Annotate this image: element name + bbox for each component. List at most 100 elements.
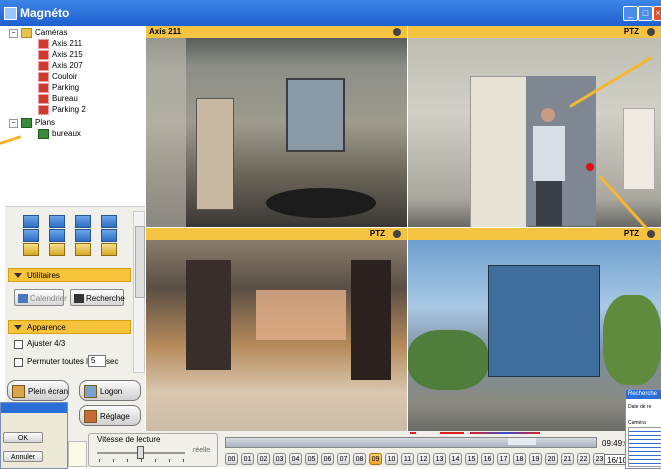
hour-button[interactable]: 19: [529, 453, 542, 465]
hour-button[interactable]: 04: [289, 453, 302, 465]
tree-item-camera[interactable]: Axis 211: [38, 38, 82, 49]
tree-item-plan[interactable]: bureaux: [38, 128, 81, 139]
camera-feed: [408, 240, 661, 431]
tree-node-label: Plans: [35, 118, 56, 127]
ratio-checkbox[interactable]: [14, 340, 23, 349]
tree-item-camera[interactable]: Parking 2: [38, 104, 86, 115]
scrollbar-thumb[interactable]: [135, 226, 145, 298]
login-dialog: OK Annuler: [0, 402, 68, 469]
close-button[interactable]: ×: [653, 6, 661, 21]
hour-button[interactable]: 14: [449, 453, 462, 465]
layout-wide2-icon[interactable]: [49, 243, 65, 256]
hour-button[interactable]: 21: [561, 453, 574, 465]
tree-item-camera[interactable]: Couloir: [38, 71, 77, 82]
hour-button[interactable]: 02: [257, 453, 270, 465]
tree-item-camera[interactable]: Axis 207: [38, 60, 83, 71]
search-camera-list[interactable]: [628, 427, 661, 467]
search-date-label: Date de re: [628, 404, 652, 410]
camera-mode-label: PTZ: [623, 229, 639, 238]
camera-settings-icon[interactable]: [393, 230, 401, 238]
hour-button-active[interactable]: 09: [369, 453, 382, 465]
tree-item-camera[interactable]: Parking: [38, 82, 79, 93]
camera-icon: [38, 93, 49, 104]
hour-button[interactable]: 12: [417, 453, 430, 465]
layout-4x4-icon[interactable]: [101, 215, 117, 228]
hour-button[interactable]: 07: [337, 453, 350, 465]
hour-button[interactable]: 08: [353, 453, 366, 465]
plan-icon: [38, 128, 49, 139]
video-cell-3[interactable]: PTZ: [146, 228, 407, 431]
tree-item-camera[interactable]: Axis 215: [38, 49, 83, 60]
button-label: Plein écran: [28, 387, 69, 396]
layout-wide4-icon[interactable]: [101, 243, 117, 256]
video-cell-2[interactable]: PTZ: [408, 26, 661, 227]
camera-settings-icon[interactable]: [647, 28, 655, 36]
hour-button[interactable]: 10: [385, 453, 398, 465]
appearance-section-header[interactable]: Apparence: [8, 320, 131, 334]
button-label: Recherche: [86, 294, 125, 303]
logon-button[interactable]: Logon: [79, 380, 141, 401]
video-cell-4[interactable]: PTZ: [408, 228, 661, 431]
hour-button[interactable]: 18: [513, 453, 526, 465]
hour-button[interactable]: 00: [225, 453, 238, 465]
timeline-bar[interactable]: [225, 437, 597, 448]
hour-button[interactable]: 13: [433, 453, 446, 465]
utilities-section-header[interactable]: Utilitaires: [8, 268, 131, 282]
logon-icon: [84, 385, 97, 399]
tree-item-label: Axis 211: [52, 39, 83, 48]
button-label: Calendrier: [30, 294, 67, 303]
tree-item-camera[interactable]: Bureau: [38, 93, 78, 104]
camera-settings-icon[interactable]: [647, 230, 655, 238]
maximize-button[interactable]: □: [638, 6, 653, 21]
collapse-cameras-toggle[interactable]: −: [9, 29, 18, 38]
camera-icon: [38, 71, 49, 82]
tree-item-label: Couloir: [52, 72, 78, 81]
panel-scrollbar[interactable]: [133, 211, 145, 373]
hour-button[interactable]: 20: [545, 453, 558, 465]
swap-checkbox[interactable]: [14, 358, 23, 367]
layout-1-7-icon[interactable]: [49, 229, 65, 242]
hour-button[interactable]: 15: [465, 453, 478, 465]
hour-button[interactable]: 05: [305, 453, 318, 465]
color-swatch[interactable]: [68, 441, 87, 467]
video-cell-1[interactable]: Axis 211: [146, 26, 407, 227]
calendar-button[interactable]: Calendrier: [14, 289, 67, 306]
tree-node-cameras[interactable]: Caméras: [21, 27, 67, 38]
layout-3x3-icon[interactable]: [75, 215, 91, 228]
settings-button[interactable]: Réglage: [79, 405, 141, 426]
slider-tick: [127, 459, 128, 462]
slider-tick: [155, 459, 156, 462]
camera-feed: [146, 240, 407, 431]
calendar-icon: [18, 294, 28, 304]
hour-button[interactable]: 03: [273, 453, 286, 465]
hour-button[interactable]: 22: [577, 453, 590, 465]
layout-1-12-icon[interactable]: [101, 229, 117, 242]
speed-slider-thumb[interactable]: [137, 446, 144, 459]
cancel-button[interactable]: Annuler: [3, 451, 43, 462]
tree-node-plans[interactable]: Plans: [21, 117, 55, 128]
layout-1-9-icon[interactable]: [75, 229, 91, 242]
fullscreen-button[interactable]: Plein écran: [7, 380, 69, 401]
speed-unit-label: réelle: [193, 447, 211, 454]
timeline-cursor[interactable]: [508, 438, 536, 445]
ok-button[interactable]: OK: [3, 432, 43, 443]
collapse-plans-toggle[interactable]: −: [9, 119, 18, 128]
layout-wide3-icon[interactable]: [75, 243, 91, 256]
layout-1-5-icon[interactable]: [23, 229, 39, 242]
tree-item-label: Parking 2: [52, 105, 86, 114]
layout-wide-icon[interactable]: [23, 243, 39, 256]
layout-1x1-icon[interactable]: [23, 215, 39, 228]
camera-feed: [408, 38, 661, 227]
layout-2x2-icon[interactable]: [49, 215, 65, 228]
slider-tick: [141, 459, 142, 462]
button-label: Réglage: [100, 412, 130, 421]
hour-button[interactable]: 01: [241, 453, 254, 465]
hour-button[interactable]: 16: [481, 453, 494, 465]
hour-button[interactable]: 06: [321, 453, 334, 465]
hour-button[interactable]: 17: [497, 453, 510, 465]
camera-settings-icon[interactable]: [393, 28, 401, 36]
search-button[interactable]: Recherche: [70, 289, 125, 306]
minimize-button[interactable]: _: [623, 6, 638, 21]
hour-button[interactable]: 11: [401, 453, 414, 465]
swap-interval-input[interactable]: 5: [88, 355, 106, 367]
